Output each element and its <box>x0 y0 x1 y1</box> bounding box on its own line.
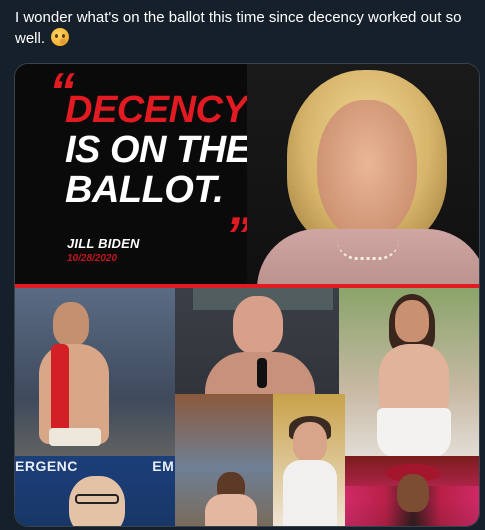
figure-body <box>379 344 449 414</box>
poster-headline: DECENCY IS ON THE BALLOT. <box>65 90 251 210</box>
thinking-face-icon <box>51 28 70 46</box>
tweet-body: I wonder what's on the ballot this time … <box>15 9 462 47</box>
poster-attribution: JILL BIDEN <box>67 236 140 251</box>
collage-photo-6 <box>273 394 345 526</box>
microphone <box>257 358 267 388</box>
collage-photo-5 <box>175 394 285 526</box>
tweet-media-image[interactable]: “ DECENCY IS ON THE BALLOT. ” JILL BIDEN… <box>14 63 480 527</box>
tweet-text: I wonder what's on the ballot this time … <box>15 8 475 49</box>
figure-body <box>283 460 337 526</box>
figure-head <box>53 302 89 346</box>
figure-head <box>397 474 429 512</box>
collage-photo-1 <box>15 288 175 474</box>
poster-date: 10/28/2020 <box>67 253 118 264</box>
portrait-photo <box>247 64 479 286</box>
sign-text-left: ERGENC <box>15 458 78 474</box>
sign-text-right: EM <box>152 458 175 474</box>
collage-photo-3 <box>339 288 479 474</box>
figure-head <box>233 296 283 354</box>
sign-text: ERGENC EM <box>15 458 175 474</box>
red-scarf <box>51 344 69 434</box>
figure-head <box>293 422 327 462</box>
headline-line-3: BALLOT. <box>65 169 224 211</box>
headline-line-2: IS ON THE <box>65 129 251 171</box>
collage-photo-7 <box>345 456 479 526</box>
quote-poster: “ DECENCY IS ON THE BALLOT. ” JILL BIDEN… <box>15 64 479 286</box>
headline-line-1: DECENCY <box>65 89 248 131</box>
white-briefs <box>49 428 101 446</box>
figure-head <box>395 300 429 342</box>
glasses <box>75 494 119 504</box>
white-skirt <box>377 408 451 458</box>
collage-photo-4: ERGENC EM <box>15 456 175 526</box>
portrait-face <box>317 100 417 240</box>
figure-body <box>205 494 257 526</box>
